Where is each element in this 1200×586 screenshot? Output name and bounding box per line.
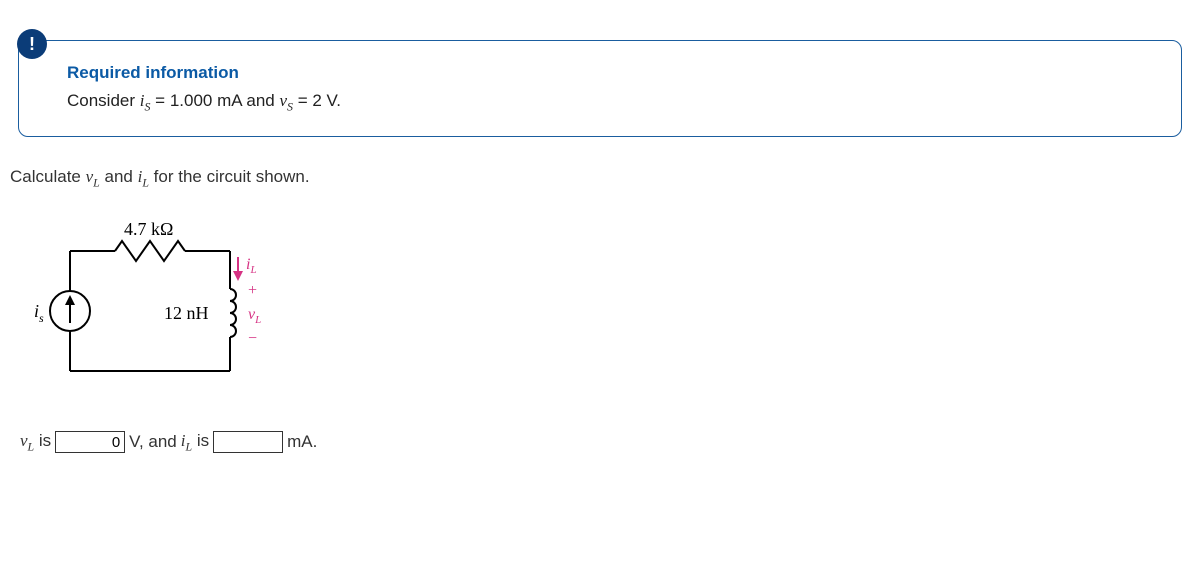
v-unit-and: V, and bbox=[129, 432, 177, 452]
question-prompt: Calculate vL and iL for the circuit show… bbox=[10, 167, 1190, 190]
svg-text:is: is bbox=[34, 301, 44, 325]
vL-input[interactable] bbox=[55, 431, 125, 453]
svg-text:4.7 kΩ: 4.7 kΩ bbox=[124, 221, 173, 239]
svg-text:−: − bbox=[248, 330, 257, 347]
svg-text:iL: iL bbox=[246, 256, 257, 276]
iL-unit: mA. bbox=[287, 432, 317, 452]
required-info-box: ! Required information Consider iS = 1.0… bbox=[18, 40, 1182, 137]
svg-text:vL: vL bbox=[248, 306, 261, 326]
iL-input[interactable] bbox=[213, 431, 283, 453]
required-info-title: Required information bbox=[67, 63, 1151, 83]
svg-text:12 nH: 12 nH bbox=[164, 303, 209, 323]
svg-text:+: + bbox=[248, 282, 257, 299]
vL-label: vL is bbox=[20, 431, 51, 454]
exclamation-icon: ! bbox=[17, 29, 47, 59]
iL-label: iL is bbox=[181, 431, 209, 454]
required-info-text: Consider iS = 1.000 mA and vS = 2 V. bbox=[67, 91, 1151, 114]
circuit-diagram: is 4.7 kΩ 12 nH iL + vL − bbox=[20, 221, 1190, 401]
answer-row: vL is V, and iL is mA. bbox=[20, 431, 1190, 454]
